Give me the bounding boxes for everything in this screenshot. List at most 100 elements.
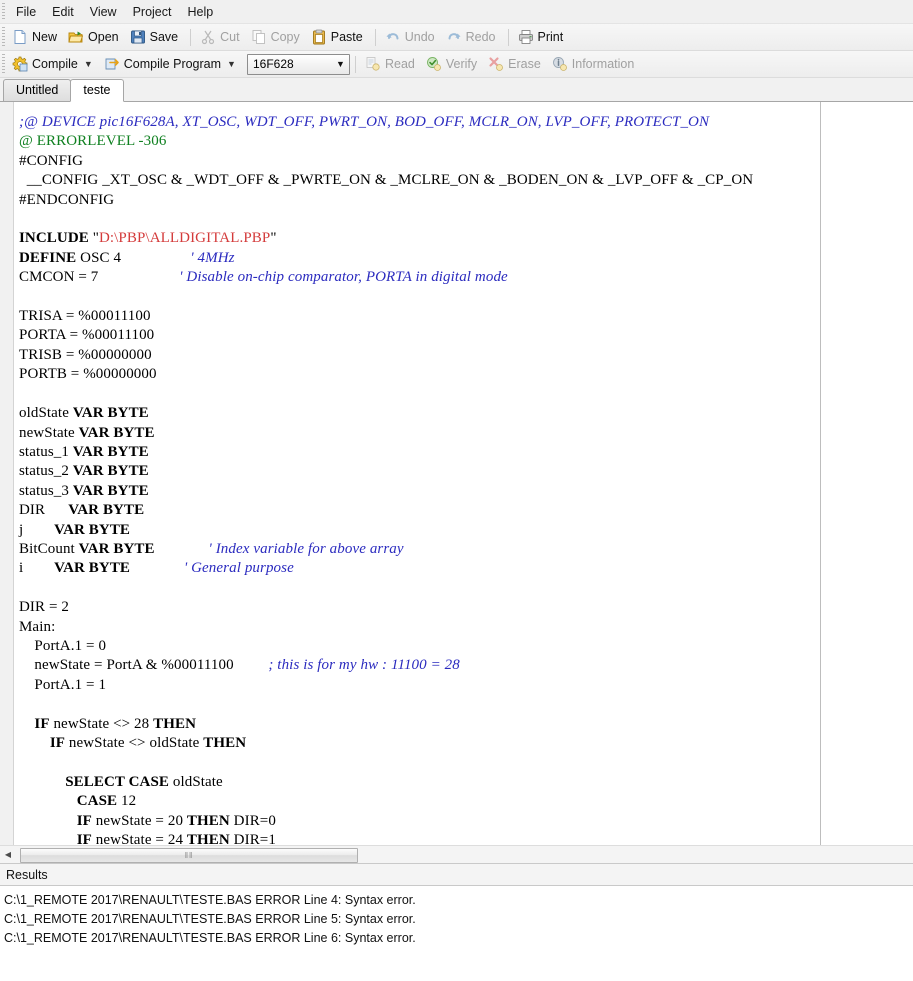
new-file-icon bbox=[12, 29, 28, 45]
clipboard-icon bbox=[311, 29, 327, 45]
result-line[interactable]: C:\1_REMOTE 2017\RENAULT\TESTE.BAS ERROR… bbox=[4, 910, 913, 929]
compile-button[interactable]: Compile ▼ bbox=[8, 54, 100, 75]
code-token: ' General purpose bbox=[184, 560, 294, 576]
menu-file[interactable]: File bbox=[8, 2, 44, 22]
code-token: VAR BYTE bbox=[68, 502, 144, 518]
code-token: THEN bbox=[153, 716, 196, 732]
toolbar-grip[interactable] bbox=[2, 27, 5, 47]
results-output-list[interactable]: C:\1_REMOTE 2017\RENAULT\TESTE.BAS ERROR… bbox=[0, 886, 913, 981]
compile-gear-icon bbox=[12, 56, 28, 72]
menu-project[interactable]: Project bbox=[125, 2, 180, 22]
undo-button-label: Undo bbox=[405, 30, 435, 44]
copy-button[interactable]: Copy bbox=[247, 27, 307, 48]
new-button[interactable]: New bbox=[8, 27, 64, 48]
code-token: VAR BYTE bbox=[79, 425, 155, 441]
code-text-area[interactable]: ;@ DEVICE pic16F628A, XT_OSC, WDT_OFF, P… bbox=[14, 102, 913, 845]
code-token: ; this is for my hw : 11100 = 28 bbox=[268, 657, 460, 673]
printer-icon bbox=[518, 29, 534, 45]
code-token: SELECT CASE bbox=[65, 774, 169, 790]
open-button[interactable]: Open bbox=[64, 27, 126, 48]
code-token: IF bbox=[77, 813, 92, 829]
cut-button-label: Cut bbox=[220, 30, 239, 44]
code-token: @ ERRORLEVEL -306 bbox=[19, 133, 166, 149]
redo-button[interactable]: Redo bbox=[442, 27, 503, 48]
menu-edit[interactable]: Edit bbox=[44, 2, 82, 22]
new-button-label: New bbox=[32, 30, 57, 44]
save-button-label: Save bbox=[150, 30, 179, 44]
open-button-label: Open bbox=[88, 30, 119, 44]
open-folder-icon bbox=[68, 29, 84, 45]
code-token: THEN bbox=[187, 832, 230, 845]
code-token: ;@ DEVICE pic16F628A, XT_OSC, WDT_OFF, P… bbox=[19, 114, 709, 130]
toolbar-separator-1 bbox=[190, 29, 191, 46]
source-code[interactable]: ;@ DEVICE pic16F628A, XT_OSC, WDT_OFF, P… bbox=[14, 102, 913, 845]
menubar-grip[interactable] bbox=[2, 3, 5, 20]
scrollbar-grip-icon: ‖‖ bbox=[185, 851, 194, 860]
save-disk-icon bbox=[130, 29, 146, 45]
code-token: IF bbox=[34, 716, 49, 732]
scrollbar-track[interactable]: ‖‖ bbox=[16, 847, 913, 863]
chevron-down-icon: ▼ bbox=[84, 60, 93, 69]
code-token: THEN bbox=[203, 735, 246, 751]
copy-button-label: Copy bbox=[271, 30, 300, 44]
results-title: Results bbox=[6, 868, 48, 882]
erase-button[interactable]: Erase bbox=[484, 54, 548, 75]
erase-x-icon bbox=[488, 56, 504, 72]
toolbar-separator-2 bbox=[375, 29, 376, 46]
information-button[interactable]: Information bbox=[548, 54, 642, 75]
compile-program-button[interactable]: Compile Program ▼ bbox=[100, 54, 243, 75]
file-toolbar: New Open Save bbox=[0, 24, 913, 51]
menu-help[interactable]: Help bbox=[179, 2, 221, 22]
save-button[interactable]: Save bbox=[126, 27, 186, 48]
chevron-down-icon: ▼ bbox=[227, 60, 236, 69]
code-token: ' Disable on-chip comparator, PORTA in d… bbox=[179, 269, 508, 285]
scroll-left-arrow-icon[interactable]: ◀ bbox=[0, 847, 16, 863]
code-editor-body: ;@ DEVICE pic16F628A, XT_OSC, WDT_OFF, P… bbox=[0, 102, 913, 845]
device-select[interactable]: 16F628 ▼ bbox=[247, 54, 350, 75]
print-button[interactable]: Print bbox=[514, 27, 571, 48]
results-panel-header: Results bbox=[0, 864, 913, 886]
result-line[interactable]: C:\1_REMOTE 2017\RENAULT\TESTE.BAS ERROR… bbox=[4, 891, 913, 910]
editor-horizontal-scrollbar[interactable]: ◀ ‖‖ bbox=[0, 845, 913, 863]
editor-gutter[interactable] bbox=[0, 102, 14, 845]
redo-arrow-icon bbox=[446, 29, 462, 45]
menu-view[interactable]: View bbox=[82, 2, 125, 22]
code-token: ' Index variable for above array bbox=[209, 541, 404, 557]
scrollbar-thumb[interactable]: ‖‖ bbox=[20, 848, 358, 863]
result-line[interactable]: C:\1_REMOTE 2017\RENAULT\TESTE.BAS ERROR… bbox=[4, 929, 913, 948]
compile-toolbar: Compile ▼ Compile Program ▼ 16F628 ▼ bbox=[0, 51, 913, 78]
code-token: VAR BYTE bbox=[73, 405, 149, 421]
code-token: D:\PBP\ALLDIGITAL.PBP bbox=[99, 230, 270, 246]
tab-teste[interactable]: teste bbox=[70, 79, 123, 102]
verify-button[interactable]: Verify bbox=[422, 54, 484, 75]
code-token: VAR BYTE bbox=[73, 483, 149, 499]
application-window: File Edit View Project Help New bbox=[0, 0, 913, 981]
paste-button-label: Paste bbox=[331, 30, 363, 44]
cut-button[interactable]: Cut bbox=[196, 27, 246, 48]
copy-icon bbox=[251, 29, 267, 45]
compile-program-button-label: Compile Program bbox=[124, 57, 221, 71]
code-token: VAR BYTE bbox=[73, 444, 149, 460]
print-button-label: Print bbox=[538, 30, 564, 44]
compile-button-label: Compile bbox=[32, 57, 78, 71]
undo-button[interactable]: Undo bbox=[381, 27, 442, 48]
compile-toolbar-separator bbox=[355, 56, 356, 73]
code-token: ' 4MHz bbox=[190, 250, 234, 266]
code-token: IF bbox=[77, 832, 92, 845]
code-token: VAR BYTE bbox=[73, 463, 149, 479]
paste-button[interactable]: Paste bbox=[307, 27, 370, 48]
device-select-value: 16F628 bbox=[253, 57, 294, 71]
code-token: THEN bbox=[187, 813, 230, 829]
menu-bar: File Edit View Project Help bbox=[0, 0, 913, 24]
information-button-label: Information bbox=[572, 57, 635, 71]
compile-toolbar-grip[interactable] bbox=[2, 54, 5, 74]
scissors-icon bbox=[200, 29, 216, 45]
tab-untitled[interactable]: Untitled bbox=[3, 79, 71, 101]
compile-program-icon bbox=[104, 56, 120, 72]
code-token: VAR BYTE bbox=[54, 522, 130, 538]
read-button[interactable]: Read bbox=[361, 54, 422, 75]
code-editor: ;@ DEVICE pic16F628A, XT_OSC, WDT_OFF, P… bbox=[0, 102, 913, 864]
verify-check-icon bbox=[426, 56, 442, 72]
code-token: IF bbox=[50, 735, 65, 751]
verify-button-label: Verify bbox=[446, 57, 477, 71]
